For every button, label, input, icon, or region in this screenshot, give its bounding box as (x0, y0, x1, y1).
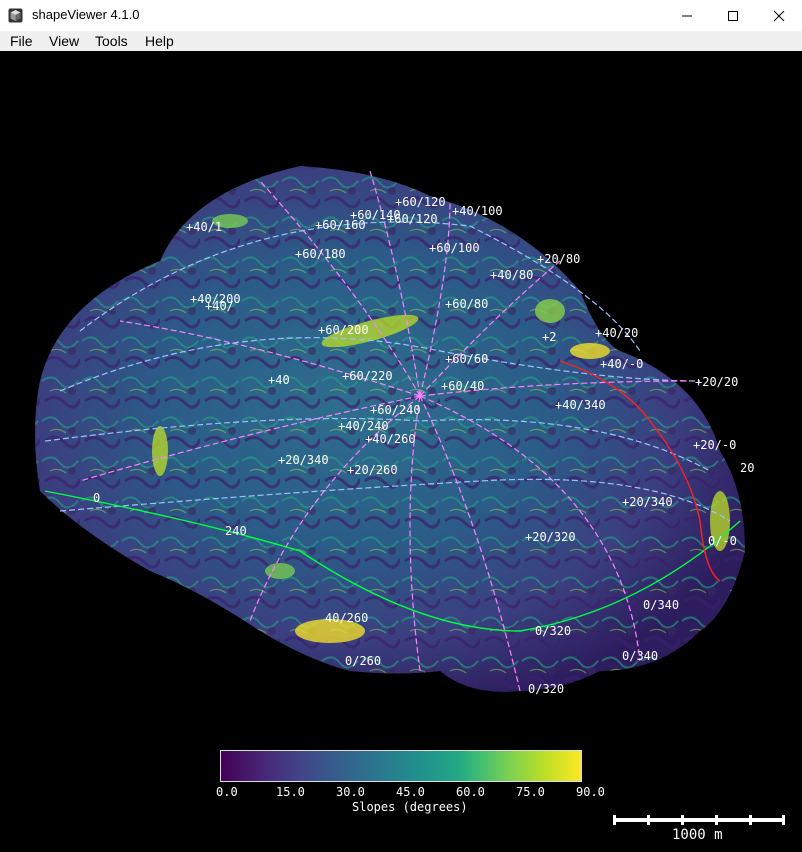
grid-label: +40/340 (555, 398, 606, 412)
menu-bar: File View Tools Help (0, 31, 802, 52)
window-title: shapeViewer 4.1.0 (32, 7, 140, 22)
scale-tick (715, 815, 718, 825)
colorbar-tick: 75.0 (516, 785, 545, 799)
scale-tick (613, 815, 616, 825)
grid-label: 40/260 (325, 611, 369, 625)
maximize-icon (728, 10, 738, 21)
grid-label: +60/220 (342, 369, 393, 383)
colorbar-tick: 90.0 (576, 785, 605, 799)
grid-label: +20/340 (278, 453, 329, 467)
grid-label: +20/80 (537, 252, 581, 266)
render-viewport[interactable]: +60/120 +40/100 +60/140 +60/120 +60/160 … (0, 51, 802, 852)
grid-label: +40/ (205, 299, 234, 313)
grid-label: +60/120 (395, 195, 446, 209)
menu-view[interactable]: View (49, 33, 79, 49)
colorbar-title: Slopes (degrees) (352, 800, 468, 814)
grid-label: +60/80 (445, 297, 489, 311)
grid-label: 0 (93, 491, 101, 505)
grid-label: +60/100 (429, 241, 480, 255)
scale-tick (681, 815, 684, 825)
grid-label: +40 (268, 373, 290, 387)
colorbar-tick: 30.0 (336, 785, 365, 799)
grid-label: 20 (740, 461, 755, 475)
grid-label: +20/260 (347, 463, 398, 477)
colorbar-tick: 0.0 (216, 785, 238, 799)
grid-label: +60/240 (370, 403, 421, 417)
minimize-icon (682, 15, 692, 16)
scale-label: 1000 m (672, 827, 723, 843)
menu-file[interactable]: File (10, 33, 33, 49)
grid-label: +60/180 (295, 247, 346, 261)
menu-tools[interactable]: Tools (95, 33, 128, 49)
grid-label: 0/320 (528, 682, 565, 696)
grid-label: +40/80 (490, 268, 534, 282)
colorbar-tick: 15.0 (276, 785, 305, 799)
grid-label: +40/100 (452, 204, 503, 218)
colorbar-tick: 60.0 (456, 785, 485, 799)
grid-label: +60/200 (318, 323, 369, 337)
grid-label: +60/160 (315, 218, 366, 232)
grid-label: +60/60 (445, 352, 489, 366)
minimize-button[interactable] (664, 0, 710, 31)
grid-label: 240 (225, 524, 247, 538)
scale-bar (614, 818, 784, 822)
grid-label: +2 (542, 330, 557, 344)
grid-label: +40/1 (186, 220, 223, 234)
grid-label: +20/340 (622, 495, 673, 509)
grid-label: +60/120 (387, 212, 438, 226)
grid-label: 0/320 (535, 624, 572, 638)
grid-label: +40/260 (365, 432, 416, 446)
cube-icon (8, 8, 23, 23)
grid-label: 0/340 (622, 649, 659, 663)
close-button[interactable] (756, 0, 802, 31)
menu-help[interactable]: Help (145, 33, 174, 49)
grid-label: +20/-0 (693, 438, 737, 452)
grid-label: 0/260 (345, 654, 382, 668)
colorbar-tick: 45.0 (396, 785, 425, 799)
grid-label: +60/40 (441, 379, 485, 393)
grid-label: +20/320 (525, 530, 576, 544)
scale-tick (749, 815, 752, 825)
close-icon (773, 10, 785, 21)
grid-label: 0/-0 (708, 534, 737, 548)
grid-label: +20/20 (695, 375, 739, 389)
grid-label: +40/-0 (600, 357, 644, 371)
maximize-button[interactable] (710, 0, 756, 31)
asteroid-shape-render (35, 166, 745, 692)
scale-tick (647, 815, 650, 825)
title-bar[interactable]: shapeViewer 4.1.0 (0, 0, 802, 32)
scale-tick (782, 815, 785, 825)
slope-colorbar (220, 750, 582, 782)
grid-label: +40/240 (338, 419, 389, 433)
grid-label: 0/340 (643, 598, 680, 612)
grid-label: +40/20 (595, 326, 639, 340)
